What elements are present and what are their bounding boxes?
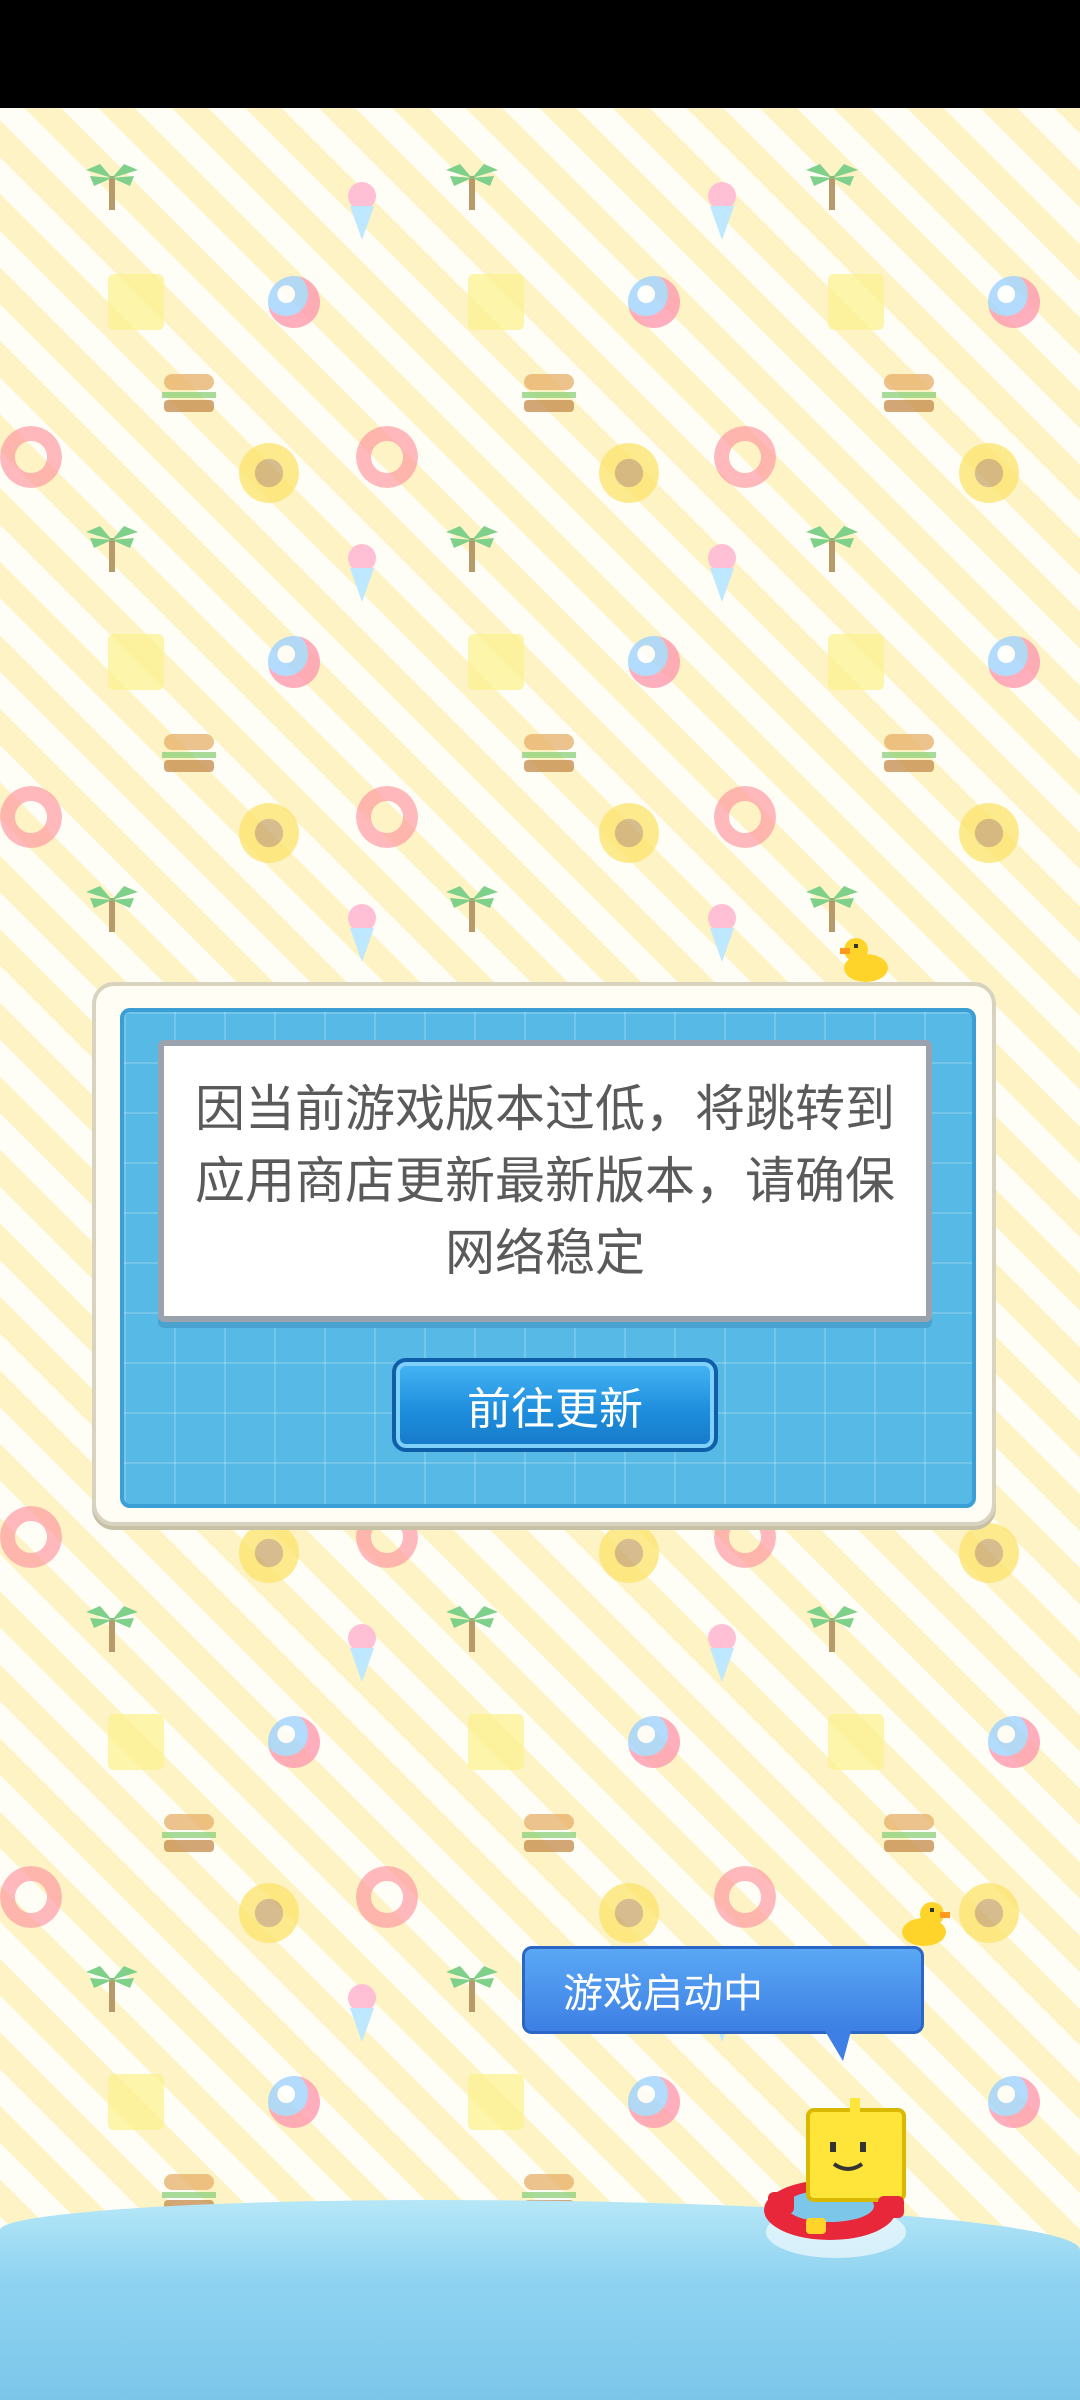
ice-cream-icon (348, 904, 376, 962)
palm-tree-icon (806, 886, 858, 932)
beach-ball-icon (628, 276, 680, 328)
ice-cream-icon (708, 182, 736, 240)
life-ring-icon (714, 1866, 776, 1928)
update-message: 因当前游戏版本过低，将跳转到应用商店更新最新版本，请确保网络稳定 (195, 1080, 895, 1282)
life-ring-icon (356, 786, 418, 848)
palm-tree-icon (86, 1606, 138, 1652)
palm-tree-icon (86, 886, 138, 932)
message-box: 因当前游戏版本过低，将跳转到应用商店更新最新版本，请确保网络稳定 (158, 1040, 932, 1322)
beach-ball-icon (988, 636, 1040, 688)
ice-cream-icon (348, 544, 376, 602)
burger-icon (522, 1814, 576, 1852)
burger-icon (162, 1814, 216, 1852)
ice-cream-icon (708, 1624, 736, 1682)
life-ring-icon (0, 786, 62, 848)
palm-tree-icon (86, 1966, 138, 2012)
cube-face-icon (828, 634, 884, 690)
ice-cream-icon (348, 1624, 376, 1682)
burger-icon (522, 374, 576, 412)
cube-face-icon (828, 1714, 884, 1770)
beach-ball-icon (628, 636, 680, 688)
cube-face-icon (108, 274, 164, 330)
dialog-panel: 因当前游戏版本过低，将跳转到应用商店更新最新版本，请确保网络稳定 前往更新 (120, 1008, 976, 1508)
burger-icon (162, 734, 216, 772)
life-ring-icon (0, 1506, 62, 1568)
life-ring-icon (356, 1866, 418, 1928)
loading-text: 游戏启动中 (563, 1971, 763, 2017)
beach-ball-icon (988, 1716, 1040, 1768)
beach-ball-icon (268, 636, 320, 688)
life-ring-icon (0, 426, 62, 488)
bubble-tail (825, 2031, 851, 2061)
beach-ball-icon (628, 1716, 680, 1768)
palm-tree-icon (446, 526, 498, 572)
palm-tree-icon (806, 1606, 858, 1652)
cube-face-icon (108, 634, 164, 690)
duck-icon (840, 938, 888, 982)
ice-cream-icon (708, 904, 736, 962)
life-ring-icon (714, 786, 776, 848)
palm-tree-icon (446, 1966, 498, 2012)
palm-tree-icon (806, 526, 858, 572)
ice-cream-icon (348, 182, 376, 240)
beach-ball-icon (268, 1716, 320, 1768)
cube-face-icon (108, 2074, 164, 2130)
life-ring-icon (0, 1866, 62, 1928)
sunflower-icon (234, 438, 304, 508)
beach-ball-icon (628, 2076, 680, 2128)
sunflower-icon (594, 1518, 664, 1588)
loading-bubble: 游戏启动中 (522, 1946, 924, 2061)
palm-tree-icon (806, 164, 858, 210)
cube-face-icon (468, 634, 524, 690)
burger-icon (522, 734, 576, 772)
sunflower-icon (594, 1878, 664, 1948)
status-bar (0, 0, 1080, 108)
cube-face-icon (468, 1714, 524, 1770)
ice-cream-icon (348, 1984, 376, 2042)
life-ring-icon (714, 426, 776, 488)
burger-icon (882, 1814, 936, 1852)
mascot-character (764, 2098, 906, 2258)
ice-cream-icon (708, 544, 736, 602)
beach-ball-icon (268, 2076, 320, 2128)
update-button[interactable]: 前往更新 (392, 1358, 718, 1452)
sunflower-icon (954, 438, 1024, 508)
duck-icon (902, 1902, 950, 1946)
cube-face-icon (468, 274, 524, 330)
burger-icon (882, 374, 936, 412)
palm-tree-icon (446, 164, 498, 210)
sunflower-icon (234, 798, 304, 868)
beach-ball-icon (988, 2076, 1040, 2128)
burger-icon (162, 374, 216, 412)
sunflower-icon (954, 1878, 1024, 1948)
beach-ball-icon (988, 276, 1040, 328)
sunflower-icon (954, 798, 1024, 868)
sunflower-icon (234, 1878, 304, 1948)
sunflower-icon (594, 438, 664, 508)
life-ring-icon (356, 426, 418, 488)
sunflower-icon (954, 1518, 1024, 1588)
palm-tree-icon (446, 886, 498, 932)
cube-face-icon (108, 1714, 164, 1770)
cube-face-icon (828, 274, 884, 330)
sunflower-icon (234, 1518, 304, 1588)
burger-icon (882, 734, 936, 772)
beach-ball-icon (268, 276, 320, 328)
cube-face-icon (468, 2074, 524, 2130)
palm-tree-icon (446, 1606, 498, 1652)
palm-tree-icon (86, 526, 138, 572)
update-dialog: 因当前游戏版本过低，将跳转到应用商店更新最新版本，请确保网络稳定 前往更新 (92, 982, 996, 1526)
sunflower-icon (594, 798, 664, 868)
palm-tree-icon (86, 164, 138, 210)
